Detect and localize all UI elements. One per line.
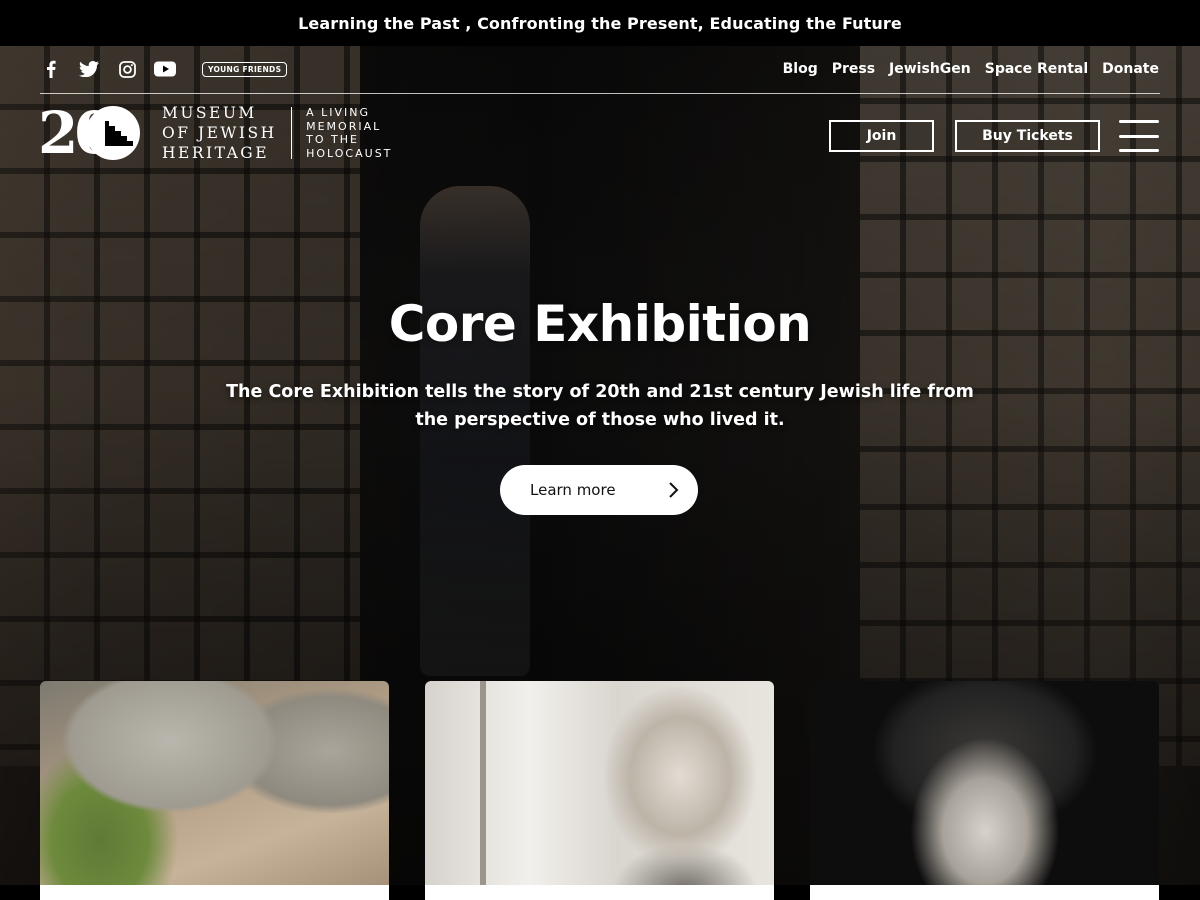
twitter-icon[interactable] [78, 60, 100, 78]
nav-link-press[interactable]: Press [832, 61, 875, 77]
logo-tagline: A LIVING MEMORIAL TO THE HOLOCAUST [306, 106, 392, 160]
hero-description: The Core Exhibition tells the story of 2… [226, 382, 974, 430]
social-links: YOUNG FRIENDS [40, 60, 288, 78]
logo-tag-line: HOLOCAUST [306, 146, 393, 160]
logo-stairs-icon [86, 106, 140, 160]
logo-name-line: MUSEUM [162, 104, 257, 122]
logo-name-line: HERITAGE [162, 144, 270, 162]
youtube-icon[interactable] [154, 60, 176, 78]
top-nav-links: Blog Press JewishGen Space Rental Donate [783, 61, 1159, 77]
card-image-rocks[interactable] [40, 681, 389, 900]
learn-more-label: Learn more [530, 481, 616, 499]
logo-mark: 20 [38, 104, 148, 162]
nav-link-jewishgen[interactable]: JewishGen [889, 61, 971, 77]
join-button[interactable]: Join [829, 120, 934, 152]
hero-title: Core Exhibition [388, 295, 812, 353]
cards-footer-strip [0, 885, 1200, 900]
top-tagline-bar: Learning the Past , Confronting the Pres… [0, 0, 1200, 46]
logo-tag-line: A LIVING [306, 106, 371, 119]
logo-name-line: OF JEWISH [162, 124, 277, 142]
nav-link-blog[interactable]: Blog [783, 61, 818, 77]
logo-tag-line: MEMORIAL [306, 119, 382, 133]
tagline: Learning the Past , Confronting the Pres… [298, 13, 902, 33]
buy-tickets-button[interactable]: Buy Tickets [955, 120, 1100, 152]
chevron-right-icon [669, 482, 679, 498]
young-friends-badge[interactable]: YOUNG FRIENDS [202, 61, 288, 77]
card-image-portrait[interactable] [425, 681, 774, 900]
feature-cards [0, 681, 1200, 900]
learn-more-button[interactable]: Learn more [500, 465, 698, 515]
logo-divider [290, 107, 293, 159]
facebook-icon[interactable] [40, 60, 62, 78]
logo-name: MUSEUM OF JEWISH HERITAGE [162, 103, 277, 163]
card-image-survivor[interactable] [810, 681, 1159, 900]
hamburger-icon[interactable] [1119, 120, 1159, 152]
nav-link-donate[interactable]: Donate [1102, 61, 1159, 77]
nav-link-space-rental[interactable]: Space Rental [985, 61, 1088, 77]
instagram-icon[interactable] [116, 60, 138, 78]
logo-tag-line: TO THE [306, 133, 359, 146]
header-divider [40, 93, 1160, 94]
museum-logo[interactable]: 20 MUSEUM OF JEWISH HERITAGE A LIVING ME… [38, 103, 392, 163]
